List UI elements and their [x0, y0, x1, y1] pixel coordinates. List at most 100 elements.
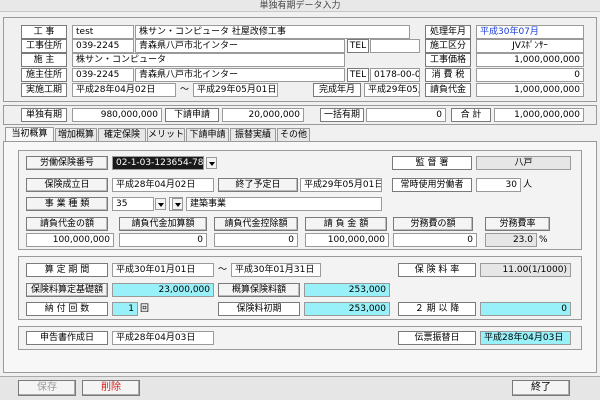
contract-price-field[interactable]: 1,000,000,000 — [476, 53, 584, 67]
calc-period-start-field[interactable]: 平成30年01月01日 — [112, 263, 214, 277]
tab-subcontract[interactable]: 下請申請 — [186, 128, 229, 141]
report-date-label: 申告書作成日 — [26, 331, 108, 345]
contract-price-label: 工事価格 — [425, 53, 471, 67]
subcontract-field: 20,000,000 — [222, 108, 304, 122]
client-name-field[interactable]: 株サン・コンピュータ — [72, 53, 345, 67]
client-zip-field[interactable]: 039-2245 — [72, 68, 134, 82]
second-premium-label: ２ 期 以 降 — [398, 302, 476, 316]
client-address-field[interactable]: 青森県八戸市北インター — [135, 68, 345, 82]
client-label: 施 主 — [21, 53, 67, 67]
base-amount-button[interactable]: 保険料算定基礎額 — [26, 283, 108, 297]
subcontract-label: 下請申請 — [165, 108, 219, 122]
established-date-button[interactable]: 保険成立日 — [26, 178, 108, 192]
first-premium-label: 保険料初期 — [218, 302, 300, 316]
business-code1-dropdown-icon[interactable] — [155, 198, 166, 210]
site-tel-field[interactable] — [370, 39, 420, 53]
insurance-no-field[interactable]: 02-1-03-123654-789 — [112, 156, 204, 170]
base-amount-field[interactable]: 23,000,000 — [112, 283, 214, 297]
tab-transfer-results[interactable]: 振替実績 — [230, 128, 276, 141]
construction-label: 工 事 — [21, 25, 67, 39]
installments-label: 納 付 回 数 — [26, 302, 108, 316]
business-code2-dropdown-icon[interactable] — [172, 198, 183, 210]
workers-unit: 人 — [523, 180, 533, 190]
col-amount-field[interactable]: 100,000,000 — [305, 233, 389, 247]
site-address-label: 工事住所 — [21, 39, 67, 53]
estimate-premium-button[interactable]: 概算保険料額 — [218, 283, 300, 297]
construction-code-field[interactable]: test — [72, 25, 134, 39]
save-button[interactable]: 保存 — [18, 380, 76, 396]
col-labor-rate-button[interactable]: 労務費率 — [485, 217, 550, 231]
tab-other[interactable]: その他 — [277, 128, 310, 141]
completion-field[interactable]: 平成29年05月 — [364, 83, 420, 97]
installments-unit: 回 — [140, 304, 150, 314]
report-date-field[interactable]: 平成28年04月03日 — [112, 331, 214, 345]
estimate-premium-field[interactable]: 253,000 — [304, 283, 390, 297]
completion-label: 完成年月 — [313, 83, 361, 97]
construction-name-field[interactable]: 株サン・コンピュータ 社屋改修工事 — [135, 25, 410, 39]
col-labor-cost-button[interactable]: 労務費の額 — [393, 217, 473, 231]
client-tel-field[interactable]: 0178-00-0000 — [370, 68, 420, 82]
established-date-field[interactable]: 平成28年04月02日 — [112, 178, 214, 192]
total-field: 1,000,000,000 — [494, 108, 584, 122]
contract-amount-label: 請負代金 — [425, 83, 471, 97]
window-title: 単独有期データ入力 — [0, 0, 600, 12]
col-addition-field[interactable]: 0 — [119, 233, 207, 247]
col-amount-button[interactable]: 請 負 金 額 — [305, 217, 387, 231]
tab-increase-estimate[interactable]: 増加概算 — [55, 128, 97, 141]
site-address-field[interactable]: 青森県八戸市北インター — [135, 39, 345, 53]
site-zip-field[interactable]: 039-2245 — [72, 39, 134, 53]
installments-field[interactable]: 1 — [112, 302, 138, 316]
period-label: 実施工期 — [21, 83, 67, 97]
end-date-button[interactable]: 終了予定日 — [218, 178, 298, 192]
calc-period-tilde: 〜 — [218, 265, 228, 275]
delete-button[interactable]: 削除 — [82, 380, 140, 396]
insurance-no-button[interactable]: 労働保険番号 — [26, 156, 108, 170]
client-tel-label: TEL — [347, 68, 369, 82]
tax-label: 消 費 税 — [425, 68, 471, 82]
division-label: 施工区分 — [425, 39, 471, 53]
slip-date-label: 伝票振替日 — [398, 331, 476, 345]
single-period-field: 980,000,000 — [72, 108, 162, 122]
close-button[interactable]: 終了 — [512, 380, 570, 396]
rate-field: 11.00(1/1000) — [480, 263, 571, 277]
lump-sum-field: 0 — [366, 108, 446, 122]
labor-rate-unit: % — [539, 235, 548, 245]
single-period-label: 単独有期 — [21, 108, 67, 122]
processing-month-label: 処理年月 — [425, 25, 471, 39]
col-labor-rate-field: 23.0 — [485, 233, 537, 247]
contract-amount-field[interactable]: 1,000,000,000 — [476, 83, 584, 97]
total-label: 合 計 — [451, 108, 491, 122]
workers-label: 常時使用労働者 — [392, 178, 472, 192]
col-contract-amount-field[interactable]: 100,000,000 — [26, 233, 114, 247]
site-tel-label: TEL — [347, 39, 369, 53]
col-addition-button[interactable]: 請負代金加算額 — [119, 217, 207, 231]
second-premium-field[interactable]: 0 — [480, 302, 571, 316]
client-address-label: 施主住所 — [21, 68, 67, 82]
tax-field[interactable]: 0 — [476, 68, 584, 82]
col-labor-cost-field[interactable]: 0 — [393, 233, 477, 247]
slip-date-field[interactable]: 平成28年04月03日 — [480, 331, 571, 345]
end-date-field[interactable]: 平成29年05月01日 — [300, 178, 382, 192]
tab-initial-estimate[interactable]: 当初概算 — [5, 127, 54, 141]
business-code1-field[interactable]: 35 — [112, 197, 154, 211]
period-start-field[interactable]: 平成28年04月02日 — [72, 83, 176, 97]
processing-month-field[interactable]: 平成30年07月 — [476, 25, 584, 39]
lump-sum-label: 一括有期 — [320, 108, 364, 122]
calc-period-label: 算 定 期 間 — [26, 263, 108, 277]
first-premium-field[interactable]: 253,000 — [304, 302, 390, 316]
rate-label: 保 険 料 率 — [398, 263, 476, 277]
col-contract-amount-button[interactable]: 請負代金の額 — [26, 217, 108, 231]
supervisor-label: 監 督 署 — [392, 156, 472, 170]
business-name-field: 建築事業 — [186, 197, 382, 211]
period-end-field[interactable]: 平成29年05月01日 — [193, 83, 278, 97]
col-deduction-field[interactable]: 0 — [214, 233, 298, 247]
tab-merit[interactable]: メリット — [147, 128, 185, 141]
calc-period-end-field[interactable]: 平成30年01月31日 — [231, 263, 321, 277]
workers-field[interactable]: 30 — [476, 178, 521, 192]
business-type-button[interactable]: 事 業 種 類 — [26, 197, 108, 211]
col-deduction-button[interactable]: 請負代金控除額 — [214, 217, 298, 231]
tab-final-insurance[interactable]: 確定保険 — [98, 128, 146, 141]
insurance-no-dropdown-icon[interactable] — [206, 157, 217, 169]
division-field[interactable]: JVｽﾎﾟﾝｻｰ — [476, 39, 584, 53]
supervisor-field: 八戸 — [476, 156, 571, 170]
